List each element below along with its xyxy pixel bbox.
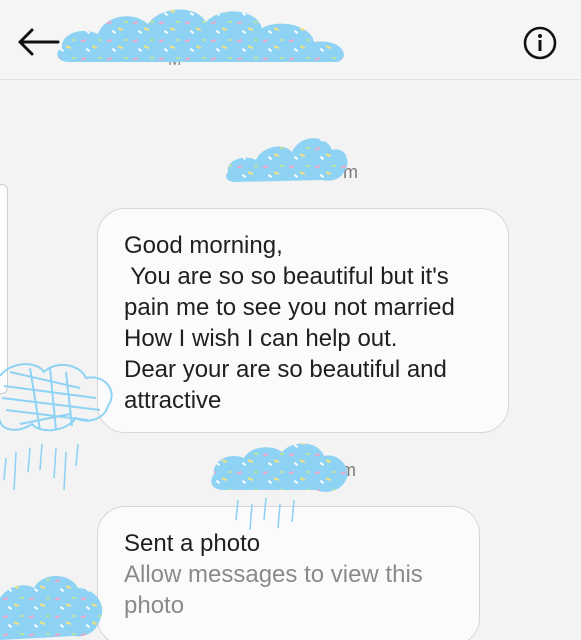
- message-bubble[interactable]: Good morning, You are so so beautiful bu…: [97, 208, 509, 433]
- message-line: Good morning,: [124, 232, 283, 259]
- message-line: How I wish I can help out.: [124, 325, 398, 352]
- contact-name[interactable]: M: [168, 52, 288, 72]
- sender-label: m: [343, 162, 358, 182]
- back-button[interactable]: [14, 22, 62, 62]
- message-line: You are so so beautiful but it's: [124, 263, 449, 290]
- message-line: pain me to see you not married: [124, 294, 455, 321]
- info-button[interactable]: [520, 23, 560, 63]
- conversation-header: M: [0, 0, 581, 80]
- message-line: attractive: [124, 387, 222, 414]
- message-line: Dear your are so beautiful and: [124, 356, 447, 383]
- arrow-left-icon: [18, 28, 60, 56]
- photo-permission-note: photo: [124, 592, 185, 619]
- photo-permission-note: Allow messages to view this: [124, 561, 423, 588]
- photo-message-title: Sent a photo: [124, 530, 261, 557]
- info-circle-icon: [523, 26, 557, 60]
- photo-message-bubble[interactable]: Sent a photo Allow messages to view this…: [97, 506, 480, 640]
- sender-label: m: [341, 460, 356, 480]
- message-thread: m Good morning, You are so so beautiful …: [0, 80, 581, 640]
- previous-message-bubble[interactable]: [0, 184, 8, 394]
